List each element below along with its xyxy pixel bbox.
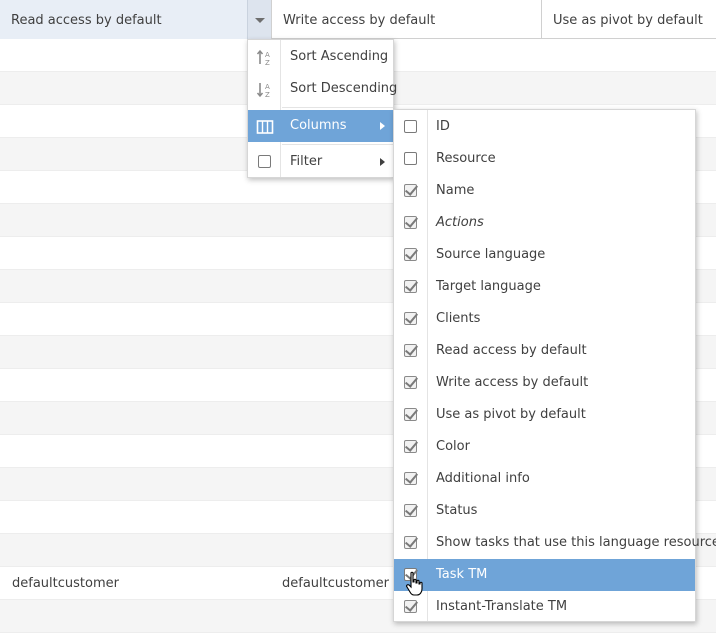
sort-ascending-label: Sort Ascending: [290, 49, 389, 64]
column-toggle-checkbox[interactable]: [404, 216, 417, 229]
column-toggle-checkbox[interactable]: [404, 376, 417, 389]
column-toggle-label: Instant-Translate TM: [436, 599, 568, 614]
column-toggle-item[interactable]: Color: [394, 431, 695, 463]
column-toggle-label: Status: [436, 503, 478, 518]
column-toggle-checkbox[interactable]: [404, 248, 417, 261]
column-toggle-item[interactable]: Actions: [394, 207, 695, 239]
column-toggle-checkbox[interactable]: [404, 152, 417, 165]
sort-descending-label: Sort Descending: [290, 81, 398, 96]
column-menu-trigger[interactable]: [247, 0, 271, 39]
column-toggle-label: Target language: [436, 279, 541, 294]
column-toggle-item[interactable]: Task TM: [394, 559, 695, 591]
submenu-arrow-icon: [380, 158, 385, 166]
column-toggle-item[interactable]: Instant-Translate TM: [394, 591, 695, 623]
column-toggle-item[interactable]: Target language: [394, 271, 695, 303]
column-context-menu: A Z Sort Ascending A Z Sort Descending C…: [247, 39, 397, 178]
columns-icon: [256, 120, 274, 134]
column-toggle-checkbox[interactable]: [404, 600, 417, 613]
column-toggle-label: Write access by default: [436, 375, 589, 390]
column-toggle-label: Clients: [436, 311, 481, 326]
svg-text:Z: Z: [265, 91, 270, 99]
column-toggle-item[interactable]: Read access by default: [394, 335, 695, 367]
filter-label: Filter: [290, 154, 323, 169]
table-row[interactable]: [0, 633, 716, 641]
column-header-write-access[interactable]: Write access by default: [272, 0, 542, 39]
menu-divider: [282, 144, 393, 145]
menu-divider: [282, 107, 393, 108]
columns-submenu: ID Resource Name Actions Source language Targ…: [393, 109, 716, 623]
column-toggle-label: Task TM: [436, 567, 488, 582]
column-toggle-label: Read access by default: [436, 343, 587, 358]
column-header-label: Write access by default: [283, 13, 436, 28]
column-toggle-checkbox[interactable]: [404, 408, 417, 421]
column-toggle-label: Additional info: [436, 471, 530, 486]
column-header-label: Read access by default: [11, 13, 162, 28]
columns-label: Columns: [290, 118, 347, 133]
column-toggle-checkbox[interactable]: [404, 312, 417, 325]
column-toggle-label: ID: [436, 119, 450, 134]
sort-ascending-item[interactable]: A Z Sort Ascending: [248, 41, 393, 73]
column-header-pivot[interactable]: Use as pivot by default: [542, 0, 716, 39]
column-toggle-checkbox[interactable]: [404, 280, 417, 293]
column-toggle-item[interactable]: Resource: [394, 143, 695, 175]
column-toggle-item[interactable]: Show tasks that use this language resour…: [394, 527, 716, 559]
column-toggle-checkbox[interactable]: [404, 120, 417, 133]
column-toggle-label: Show tasks that use this language resour…: [436, 535, 716, 550]
submenu-arrow-icon: [380, 122, 385, 130]
column-toggle-item[interactable]: Write access by default: [394, 367, 695, 399]
column-toggle-item[interactable]: Status: [394, 495, 695, 527]
column-toggle-item[interactable]: Source language: [394, 239, 695, 271]
sort-descending-item[interactable]: A Z Sort Descending: [248, 73, 397, 105]
column-toggle-item[interactable]: Name: [394, 175, 695, 207]
column-toggle-checkbox[interactable]: [404, 504, 417, 517]
sort-descending-icon: A Z: [256, 83, 270, 99]
column-toggle-checkbox[interactable]: [404, 344, 417, 357]
column-toggle-item[interactable]: Additional info: [394, 463, 695, 495]
column-toggle-label: Name: [436, 183, 475, 198]
filter-item[interactable]: Filter: [248, 146, 393, 178]
column-toggle-checkbox[interactable]: [404, 440, 417, 453]
svg-text:A: A: [265, 51, 270, 59]
column-toggle-checkbox[interactable]: [404, 184, 417, 197]
cell-write-access: defaultcustomer: [282, 576, 389, 591]
column-toggle-checkbox[interactable]: [404, 536, 417, 549]
sort-ascending-icon: A Z: [256, 49, 270, 67]
column-toggle-checkbox[interactable]: [404, 472, 417, 485]
column-header-read-access[interactable]: Read access by default: [0, 0, 272, 39]
column-toggle-item[interactable]: ID: [394, 111, 695, 143]
column-toggle-label: Resource: [436, 151, 496, 166]
column-toggle-label: Use as pivot by default: [436, 407, 586, 422]
filter-checkbox[interactable]: [258, 155, 271, 168]
cell-read-access: defaultcustomer: [12, 576, 119, 591]
column-toggle-label: Color: [436, 439, 470, 454]
svg-text:Z: Z: [265, 59, 270, 67]
column-toggle-label: Source language: [436, 247, 546, 262]
column-toggle-label: Actions: [436, 215, 484, 230]
svg-text:A: A: [265, 83, 270, 91]
column-header-label: Use as pivot by default: [553, 13, 703, 28]
grid-header: Read access by default Write access by d…: [0, 0, 716, 39]
column-toggle-item[interactable]: Use as pivot by default: [394, 399, 695, 431]
columns-item[interactable]: Columns: [248, 110, 393, 142]
hand-cursor-icon: [406, 571, 423, 596]
column-toggle-item[interactable]: Clients: [394, 303, 695, 335]
